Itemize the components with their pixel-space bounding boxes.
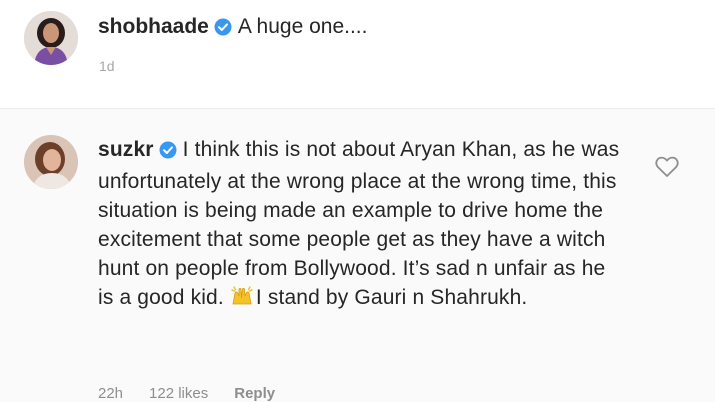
raising-hands-icon bbox=[230, 284, 254, 316]
post-username[interactable]: shobhaade bbox=[98, 15, 209, 38]
post-text: A huge one.... bbox=[237, 15, 368, 38]
avatar[interactable] bbox=[24, 11, 78, 65]
comment-text-end: I stand by Gauri n Shahrukh. bbox=[255, 286, 528, 309]
comment-item: suzkr I think this is not about Aryan Kha… bbox=[0, 109, 715, 402]
comment-username[interactable]: suzkr bbox=[98, 138, 154, 161]
likes-count[interactable]: 122 likes bbox=[149, 385, 208, 402]
avatar[interactable] bbox=[24, 135, 78, 189]
post-caption: shobhaade A huge one.... 1d bbox=[0, 0, 715, 108]
like-heart-icon[interactable] bbox=[655, 156, 679, 183]
verified-badge-icon bbox=[214, 16, 232, 44]
verified-badge-icon bbox=[159, 138, 177, 167]
reply-button[interactable]: Reply bbox=[234, 385, 275, 402]
post-timestamp[interactable]: 1d bbox=[99, 58, 115, 74]
profile-photo-icon bbox=[24, 135, 78, 189]
profile-photo-icon bbox=[24, 11, 78, 65]
caption-line: shobhaade A huge one.... bbox=[98, 13, 367, 44]
comment-meta: 22h 122 likes Reply bbox=[98, 385, 301, 402]
comment-timestamp[interactable]: 22h bbox=[98, 385, 123, 402]
comment-body: suzkr I think this is not about Aryan Kha… bbox=[98, 135, 623, 316]
